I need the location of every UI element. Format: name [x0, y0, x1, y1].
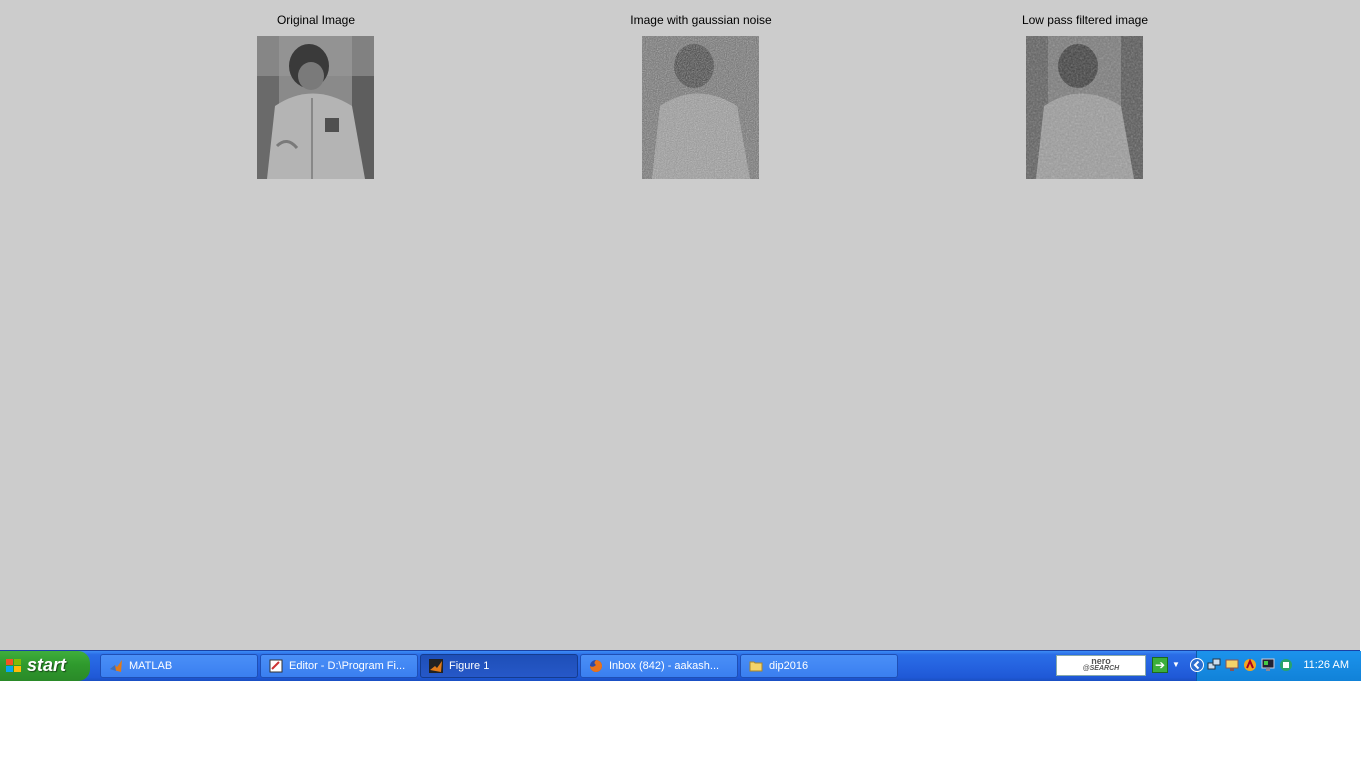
- start-label: start: [27, 655, 67, 675]
- windows-logo-icon: [6, 659, 22, 673]
- editor-icon: [269, 659, 283, 673]
- taskbar-item-label: Figure 1: [449, 660, 490, 672]
- firefox-icon: [590, 660, 602, 672]
- subplot-title-filtered: Low pass filtered image: [1021, 13, 1149, 27]
- matlab-icon: [110, 660, 122, 672]
- subplot-original: Original Image: [166, 0, 466, 185]
- windows-taskbar: start MATLAB Editor - D:\Program Fi... F…: [0, 650, 1361, 681]
- noisy-image: [642, 36, 759, 179]
- taskbar-item-label: Editor - D:\Program Fi...: [289, 660, 406, 672]
- display-settings-icon[interactable]: [1261, 658, 1275, 672]
- filtered-image: [1026, 36, 1143, 179]
- antivirus-icon[interactable]: [1243, 658, 1257, 672]
- taskbar-item-editor[interactable]: Editor - D:\Program Fi...: [260, 654, 418, 678]
- system-clock[interactable]: 11:26 AM: [1303, 659, 1349, 671]
- taskbar-item-firefox[interactable]: Inbox (842) - aakash...: [580, 654, 738, 678]
- subplot-filtered: Low pass filtered image: [935, 0, 1235, 185]
- taskbar-item-folder[interactable]: dip2016: [740, 654, 898, 678]
- taskbar-item-matlab[interactable]: MATLAB: [100, 654, 258, 678]
- folder-icon: [749, 661, 763, 672]
- usb-device-icon[interactable]: [1279, 658, 1293, 672]
- taskbar-item-label: Inbox (842) - aakash...: [609, 660, 720, 672]
- subplot-title-noisy: Image with gaussian noise: [630, 13, 772, 27]
- original-image: [257, 36, 374, 179]
- system-tray: 11:26 AM: [1190, 651, 1361, 681]
- taskbar-item-figure[interactable]: Figure 1: [420, 654, 578, 678]
- nero-search-text: @SEARCH: [1082, 665, 1120, 672]
- start-button[interactable]: start: [0, 651, 90, 681]
- matlab-figure-icon: [429, 659, 443, 673]
- taskbar-item-label: MATLAB: [129, 660, 173, 672]
- monitor-icon[interactable]: [1225, 658, 1239, 672]
- nero-go-arrow-icon[interactable]: ➔: [1152, 657, 1168, 673]
- figure-window: Original Image Image with gaussian noise: [0, 0, 1360, 650]
- subplot-noisy: Image with gaussian noise: [551, 0, 851, 185]
- taskbar-item-label: dip2016: [769, 660, 809, 672]
- nero-search-box[interactable]: nero @SEARCH: [1056, 655, 1146, 676]
- chevron-left-icon[interactable]: [1190, 658, 1204, 672]
- subplot-title-original: Original Image: [276, 13, 356, 27]
- chevron-down-icon[interactable]: ▼: [1172, 660, 1180, 669]
- network-icon[interactable]: [1207, 658, 1221, 672]
